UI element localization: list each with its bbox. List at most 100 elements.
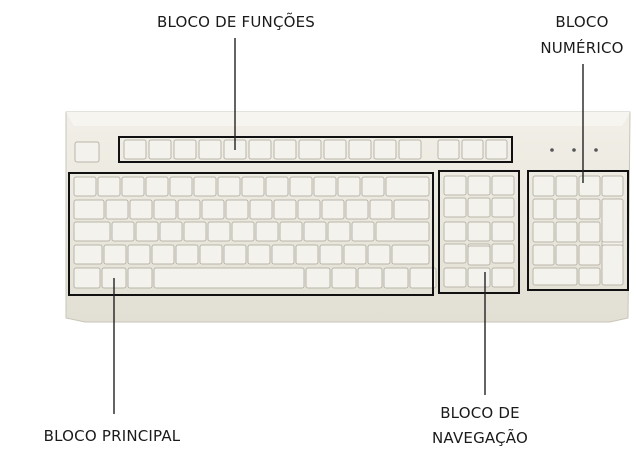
function-key[interactable] [398,139,422,160]
main-key[interactable] [207,221,231,242]
main-key[interactable] [321,199,345,220]
nav-key[interactable] [467,197,491,218]
function-key[interactable] [323,139,347,160]
main-key[interactable] [217,176,241,197]
main-key[interactable] [327,221,351,242]
main-key-wide[interactable] [375,221,430,242]
main-key[interactable] [231,221,255,242]
numpad-decimal-key[interactable] [578,267,601,286]
main-key[interactable] [345,199,369,220]
function-key[interactable] [348,139,372,160]
main-key[interactable] [361,176,385,197]
numpad-key[interactable] [555,175,578,197]
numpad-key[interactable] [555,244,578,266]
main-key-wide[interactable] [393,199,430,220]
main-key[interactable] [295,244,319,265]
main-key[interactable] [367,244,391,265]
function-key-extra[interactable] [485,139,508,160]
main-key[interactable] [265,176,289,197]
main-key[interactable] [183,221,207,242]
main-key[interactable] [289,176,313,197]
nav-key[interactable] [467,221,491,242]
main-key[interactable] [273,199,297,220]
modifier-key[interactable] [127,267,153,289]
function-key[interactable] [298,139,322,160]
function-key[interactable] [173,139,197,160]
main-key[interactable] [177,199,201,220]
function-key[interactable] [248,139,272,160]
main-key[interactable] [279,221,303,242]
function-key[interactable] [148,139,172,160]
function-key[interactable] [198,139,222,160]
nav-key[interactable] [491,243,515,264]
main-key[interactable] [105,199,129,220]
main-key[interactable] [73,244,103,265]
main-key-wide[interactable] [385,176,430,197]
main-key[interactable] [175,244,199,265]
modifier-key[interactable] [305,267,331,289]
function-key-extra[interactable] [437,139,460,160]
numpad-key[interactable] [578,198,601,220]
nav-key[interactable] [491,221,515,242]
modifier-key[interactable] [357,267,383,289]
nav-key[interactable] [491,197,515,218]
main-key[interactable] [271,244,295,265]
main-key[interactable] [313,176,337,197]
main-key[interactable] [153,199,177,220]
function-key[interactable] [273,139,297,160]
main-key[interactable] [121,176,145,197]
main-key[interactable] [73,176,97,197]
numpad-key[interactable] [578,221,601,243]
main-key-wide[interactable] [391,244,430,265]
main-key[interactable] [135,221,159,242]
escape-key[interactable] [74,141,100,163]
spacebar[interactable] [153,267,305,289]
main-key[interactable] [159,221,183,242]
arrow-left-key[interactable] [443,267,467,288]
main-key[interactable] [255,221,279,242]
main-key[interactable] [127,244,151,265]
nav-key[interactable] [443,221,467,242]
numpad-key[interactable] [555,221,578,243]
main-key[interactable] [193,176,217,197]
numpad-key[interactable] [555,198,578,220]
main-key[interactable] [145,176,169,197]
numpad-key[interactable] [601,175,624,197]
main-key[interactable] [303,221,327,242]
numpad-key[interactable] [532,198,555,220]
main-key[interactable] [319,244,343,265]
nav-key[interactable] [491,175,515,196]
main-key[interactable] [111,221,135,242]
main-key[interactable] [103,244,127,265]
arrow-up-key[interactable] [467,245,491,266]
main-key[interactable] [97,176,121,197]
main-key[interactable] [351,221,375,242]
main-key[interactable] [247,244,271,265]
main-key[interactable] [199,244,223,265]
numpad-key[interactable] [532,175,555,197]
main-key[interactable] [201,199,225,220]
nav-key[interactable] [443,197,467,218]
main-key[interactable] [343,244,367,265]
function-key-extra[interactable] [461,139,484,160]
nav-key[interactable] [467,175,491,196]
main-key[interactable] [223,244,247,265]
main-key[interactable] [369,199,393,220]
arrow-down-key[interactable] [467,267,491,288]
nav-key[interactable] [443,175,467,196]
numpad-plus-key[interactable] [601,198,624,243]
numpad-key[interactable] [578,175,601,197]
main-key[interactable] [225,199,249,220]
nav-key[interactable] [443,243,467,264]
main-key[interactable] [151,244,175,265]
main-key[interactable] [241,176,265,197]
main-key[interactable] [297,199,321,220]
numpad-key[interactable] [532,244,555,266]
modifier-key[interactable] [73,267,101,289]
numpad-key[interactable] [532,221,555,243]
modifier-key[interactable] [383,267,409,289]
numpad-key[interactable] [578,244,601,266]
main-key[interactable] [249,199,273,220]
main-key[interactable] [169,176,193,197]
modifier-key[interactable] [331,267,357,289]
